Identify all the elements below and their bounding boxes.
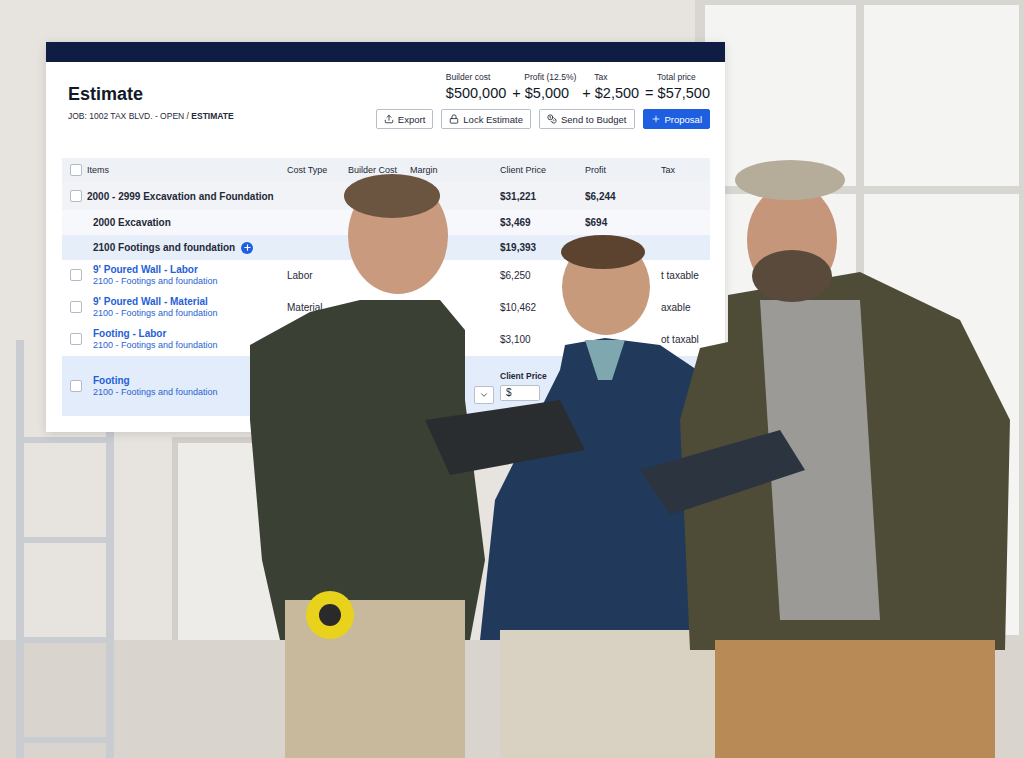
row-checkbox[interactable] — [70, 333, 82, 345]
select-all-checkbox[interactable] — [70, 164, 82, 176]
estimate-table: ItemsCost TypeBuilder CostMarginClient P… — [62, 158, 710, 416]
subgroup-row[interactable]: 2100 Footings and foundation $19,393 — [62, 235, 710, 260]
lock-icon — [449, 114, 459, 124]
item-category[interactable]: 2100 - Footings and foundation — [93, 387, 218, 397]
summary-item: Profit (12.5%)+$5,000 — [512, 72, 576, 101]
item-name[interactable]: Footing — [93, 375, 218, 386]
row-checkbox[interactable] — [70, 301, 82, 313]
estimate-card: Estimate JOB: 1002 TAX BLVD. - OPEN / EST… — [46, 42, 725, 432]
client-price: $19,393 — [500, 242, 585, 253]
column-header: Profit — [585, 165, 661, 175]
table-header: ItemsCost TypeBuilder CostMarginClient P… — [62, 158, 710, 182]
export-icon — [384, 114, 394, 124]
coins-icon — [547, 114, 557, 124]
top-bar — [46, 42, 725, 62]
profit: $694 — [585, 217, 661, 228]
person-middle — [480, 235, 740, 758]
editing-row[interactable]: Footing2100 - Footings and foundation Cli… — [62, 356, 710, 416]
column-header: Builder Cost — [348, 165, 410, 175]
row-checkbox[interactable] — [70, 190, 82, 202]
lock-button[interactable]: Lock Estimate — [441, 109, 531, 129]
field-label: Client Price — [500, 371, 547, 381]
tax: ot taxabl — [661, 334, 710, 345]
item-row[interactable]: 9' Poured Wall - Material2100 - Footings… — [62, 292, 710, 322]
summary-item: Tax+$2,500 — [582, 72, 639, 101]
breadcrumb: JOB: 1002 TAX BLVD. - OPEN / ESTIMATE — [68, 111, 234, 121]
column-header: Items — [87, 165, 287, 175]
client-price: $3,100 — [500, 334, 585, 345]
item-category[interactable]: 2100 - Footings and foundation — [93, 308, 218, 318]
cost-type: Labor — [287, 270, 348, 281]
tablet-right — [640, 430, 805, 515]
item-row[interactable]: 9' Poured Wall - Labor2100 - Footings an… — [62, 260, 710, 290]
item-name[interactable]: 9' Poured Wall - Labor — [93, 264, 218, 275]
primary-button[interactable]: Proposal — [643, 109, 711, 129]
subgroup-name: 2000 Excavation — [87, 217, 287, 228]
page: Estimate JOB: 1002 TAX BLVD. - OPEN / EST… — [0, 0, 1024, 758]
item-category[interactable]: 2100 - Footings and foundation — [93, 340, 218, 350]
item-category[interactable]: 2100 - Footings and foundation — [93, 276, 218, 286]
subgroup-name: 2100 Footings and foundation — [87, 242, 287, 254]
person-right — [680, 160, 1010, 758]
client-price: $10,462 — [500, 302, 585, 313]
item-name[interactable]: 9' Poured Wall - Material — [93, 296, 218, 307]
tax: axable — [661, 302, 710, 313]
cost-type: Material — [287, 302, 348, 313]
row-checkbox[interactable] — [70, 380, 82, 392]
plus-icon — [651, 114, 661, 124]
column-header: Cost Type — [287, 165, 348, 175]
price-summary: Builder cost$500,000Profit (12.5%)+$5,00… — [446, 72, 710, 101]
chevron-down-icon — [479, 390, 489, 400]
action-bar: Export Lock Estimate Send to Budget Proposa… — [376, 109, 710, 129]
add-icon[interactable] — [241, 242, 253, 254]
column-header: Client Price — [500, 165, 585, 175]
margin-select[interactable] — [474, 386, 494, 404]
estimate-header: Estimate JOB: 1002 TAX BLVD. - OPEN / EST… — [46, 62, 725, 148]
tablet-left — [425, 400, 585, 475]
column-header: Tax — [661, 165, 710, 175]
column-header: Margin — [410, 165, 500, 175]
client-price-input[interactable]: $ — [500, 385, 540, 401]
export-button[interactable]: Export — [376, 109, 433, 129]
summary-item: Builder cost$500,000 — [446, 72, 506, 101]
estimate-title: Estimate — [68, 84, 234, 105]
group-name: 2000 - 2999 Excavation and Foundation — [87, 191, 287, 202]
profit: $6,244 — [585, 191, 661, 202]
group-row[interactable]: 2000 - 2999 Excavation and Foundation $31… — [62, 182, 710, 210]
client-price: $6,250 — [500, 270, 585, 281]
person-left — [250, 174, 485, 758]
subgroup-row[interactable]: 2000 Excavation $3,469$694 — [62, 210, 710, 235]
row-checkbox[interactable] — [70, 269, 82, 281]
budget-button[interactable]: Send to Budget — [539, 109, 635, 129]
item-name[interactable]: Footing - Labor — [93, 328, 218, 339]
tax: t taxable — [661, 270, 710, 281]
client-price: $31,221 — [500, 191, 585, 202]
summary-item: Total price=$57,500 — [645, 72, 710, 101]
item-row[interactable]: Footing - Labor2100 - Footings and found… — [62, 324, 710, 354]
client-price: $3,469 — [500, 217, 585, 228]
